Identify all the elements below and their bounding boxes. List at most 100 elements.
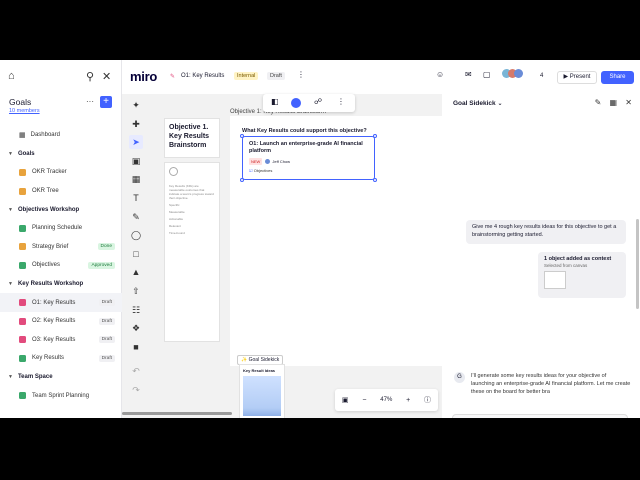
zoom-in-button[interactable]: + <box>406 397 410 404</box>
select-tool-icon[interactable]: ➤ <box>129 135 143 150</box>
home-icon[interactable]: ⌂ <box>8 70 15 82</box>
help-icon[interactable]: ⓘ <box>424 395 431 405</box>
sticky-note-icon[interactable]: ▣ <box>129 154 143 168</box>
internal-tag[interactable]: Internal <box>234 72 259 80</box>
new-tag: NEW <box>249 158 263 165</box>
shapes-tool-icon[interactable]: ▲ <box>129 265 143 279</box>
sidebar-section-label: Goals <box>17 150 35 157</box>
sidebar-item[interactable]: OKR Tree <box>0 182 122 201</box>
sidebar-section[interactable]: ▼ Objectives Workshop <box>0 200 122 219</box>
video-icon[interactable]: ▢ <box>483 70 491 79</box>
resize-handle[interactable] <box>373 134 377 138</box>
sidebar-section-label: Team Space <box>17 374 53 381</box>
resize-handle[interactable] <box>373 178 377 182</box>
sidebar-item[interactable]: OKR Tracker <box>0 163 122 182</box>
key-result-ideas-card[interactable]: Key Result Ideas <box>239 364 285 418</box>
sidebar-item[interactable]: Objectives Approved <box>0 256 122 275</box>
chevron-down-icon[interactable]: ▼ <box>8 207 13 213</box>
add-more-icon[interactable]: ■ <box>129 340 143 354</box>
sidebar-item[interactable]: O2: Key Results Draft <box>0 312 122 331</box>
lock-icon[interactable]: ☍ <box>314 97 322 106</box>
connect-icon[interactable]: ❖ <box>129 321 143 335</box>
new-chat-icon[interactable]: ✎ <box>595 98 602 107</box>
undo-icon[interactable]: ↶ <box>129 364 143 378</box>
description-line: Actionable <box>169 217 184 221</box>
comment-tool-icon[interactable]: ◯ <box>129 228 143 242</box>
sidebar-item[interactable]: Planning Schedule <box>0 219 122 238</box>
more-options-button[interactable]: ··· <box>86 97 94 106</box>
chevron-down-icon[interactable]: ▼ <box>8 151 13 157</box>
chat-icon[interactable]: ✉ <box>465 70 472 79</box>
description-line: Key Results (KRs) are measurable outcome… <box>169 184 214 200</box>
horizontal-scrollbar[interactable] <box>122 412 232 415</box>
resize-handle[interactable] <box>240 134 244 138</box>
board-canvas[interactable]: ✦ ✚ ➤ ▣ ▦ T ✎ ◯ □ ▲ ⇧ ☷ ❖ ■ ↶ ↷ Objectiv… <box>122 94 442 418</box>
sidebar-item-label: Planning Schedule <box>32 225 83 232</box>
doc-title[interactable]: O1: Key Results <box>181 73 224 79</box>
response-input-box[interactable]: ➤ <box>452 414 628 418</box>
zoom-out-button[interactable]: − <box>362 397 366 404</box>
check-icon: ☑ <box>249 168 253 173</box>
members-link[interactable]: 10 members <box>9 108 40 114</box>
upload-icon[interactable]: ⇧ <box>129 284 143 298</box>
panel-title[interactable]: Goal Sidekick ⌄ <box>453 100 502 107</box>
sidebar-item-label: Objectives <box>32 262 61 269</box>
objective-meta: NEW Jeff Chow <box>249 158 368 165</box>
close-icon[interactable]: ✕ <box>102 70 111 83</box>
sidekick-avatar: G <box>454 372 465 383</box>
avatar-group[interactable] <box>502 69 523 80</box>
share-button[interactable]: Share <box>601 71 634 84</box>
sidebar-section[interactable]: ▼ Key Results Workshop <box>0 275 122 294</box>
board-more-icon[interactable]: ⋮ <box>297 70 305 79</box>
sidebar-item[interactable]: Strategy Brief Done <box>0 238 122 257</box>
frame-description-card[interactable]: Key Results (KRs) are measurable outcome… <box>164 162 220 342</box>
context-card[interactable]: 1 object added as context Selected from … <box>538 252 626 298</box>
sidebar-item[interactable]: O3: Key Results Draft <box>0 331 122 350</box>
color-swatch-icon[interactable] <box>291 98 301 108</box>
sidebar-item[interactable]: ▦ Dashboard <box>0 126 122 145</box>
pen-tool-icon[interactable]: ✎ <box>129 210 143 224</box>
sidebar-section[interactable]: ▼ Goals <box>0 145 122 164</box>
page-icon <box>19 354 26 362</box>
sidebar-item-label: O2: Key Results <box>32 318 76 325</box>
apps-icon[interactable]: ☷ <box>129 303 143 317</box>
sidebar-item[interactable]: Key Results Draft <box>0 349 122 368</box>
frame-tool-icon[interactable]: ▦ <box>129 172 143 186</box>
layout-icon[interactable]: ◧ <box>271 97 279 106</box>
sidebar-item[interactable]: O1: Key Results Draft <box>0 293 122 312</box>
draft-tag[interactable]: Draft <box>267 72 285 80</box>
redo-icon[interactable]: ↷ <box>129 383 143 397</box>
present-button[interactable]: ▶ Present <box>557 71 597 84</box>
templates-icon[interactable]: ✚ <box>129 117 143 131</box>
page-icon <box>19 392 26 400</box>
prompt-question[interactable]: What Key Results could support this obje… <box>242 128 367 134</box>
search-icon[interactable]: ⚲ <box>86 70 94 83</box>
zoom-level[interactable]: 47% <box>380 397 392 403</box>
frame-title-card[interactable]: Objective 1. Key Results Brainstorm <box>164 118 220 158</box>
resize-handle[interactable] <box>240 178 244 182</box>
more-icon[interactable]: ⋮ <box>337 97 345 106</box>
sidebar-top-bar: ⌂ ⚲ ✕ <box>8 70 113 86</box>
dashboard-icon: ▦ <box>19 132 26 140</box>
crop-tool-icon[interactable]: □ <box>129 247 143 261</box>
text-tool-icon[interactable]: T <box>129 191 143 205</box>
ai-sparkle-icon[interactable]: ✦ <box>129 98 143 112</box>
context-heading: 1 object added as context <box>544 256 612 262</box>
sidebar-item[interactable]: Team Sprint Planning <box>0 386 122 405</box>
panel-scrollbar[interactable] <box>636 219 639 309</box>
reactions-icon[interactable]: ☺ <box>436 70 444 79</box>
chevron-down-icon[interactable]: ▼ <box>8 281 13 287</box>
add-button[interactable]: + <box>100 96 112 108</box>
objective-category: ☑ Objectives <box>249 168 273 173</box>
zoom-controls: ▣ − 47% + ⓘ <box>335 389 438 411</box>
context-sub: Selected from canvas <box>544 263 588 268</box>
status-badge: Draft <box>98 336 115 344</box>
grid-icon[interactable]: ▦ <box>610 98 618 107</box>
sidebar-item-label: Strategy Brief <box>32 243 69 250</box>
objective-card[interactable]: O1: Launch an enterprise-grade AI financ… <box>240 134 377 182</box>
page-icon <box>19 224 26 232</box>
sidebar-section[interactable]: ▼ Team Space <box>0 368 122 387</box>
chevron-down-icon[interactable]: ▼ <box>8 374 13 380</box>
close-panel-icon[interactable]: ✕ <box>625 98 632 107</box>
fit-icon[interactable]: ▣ <box>342 396 349 404</box>
